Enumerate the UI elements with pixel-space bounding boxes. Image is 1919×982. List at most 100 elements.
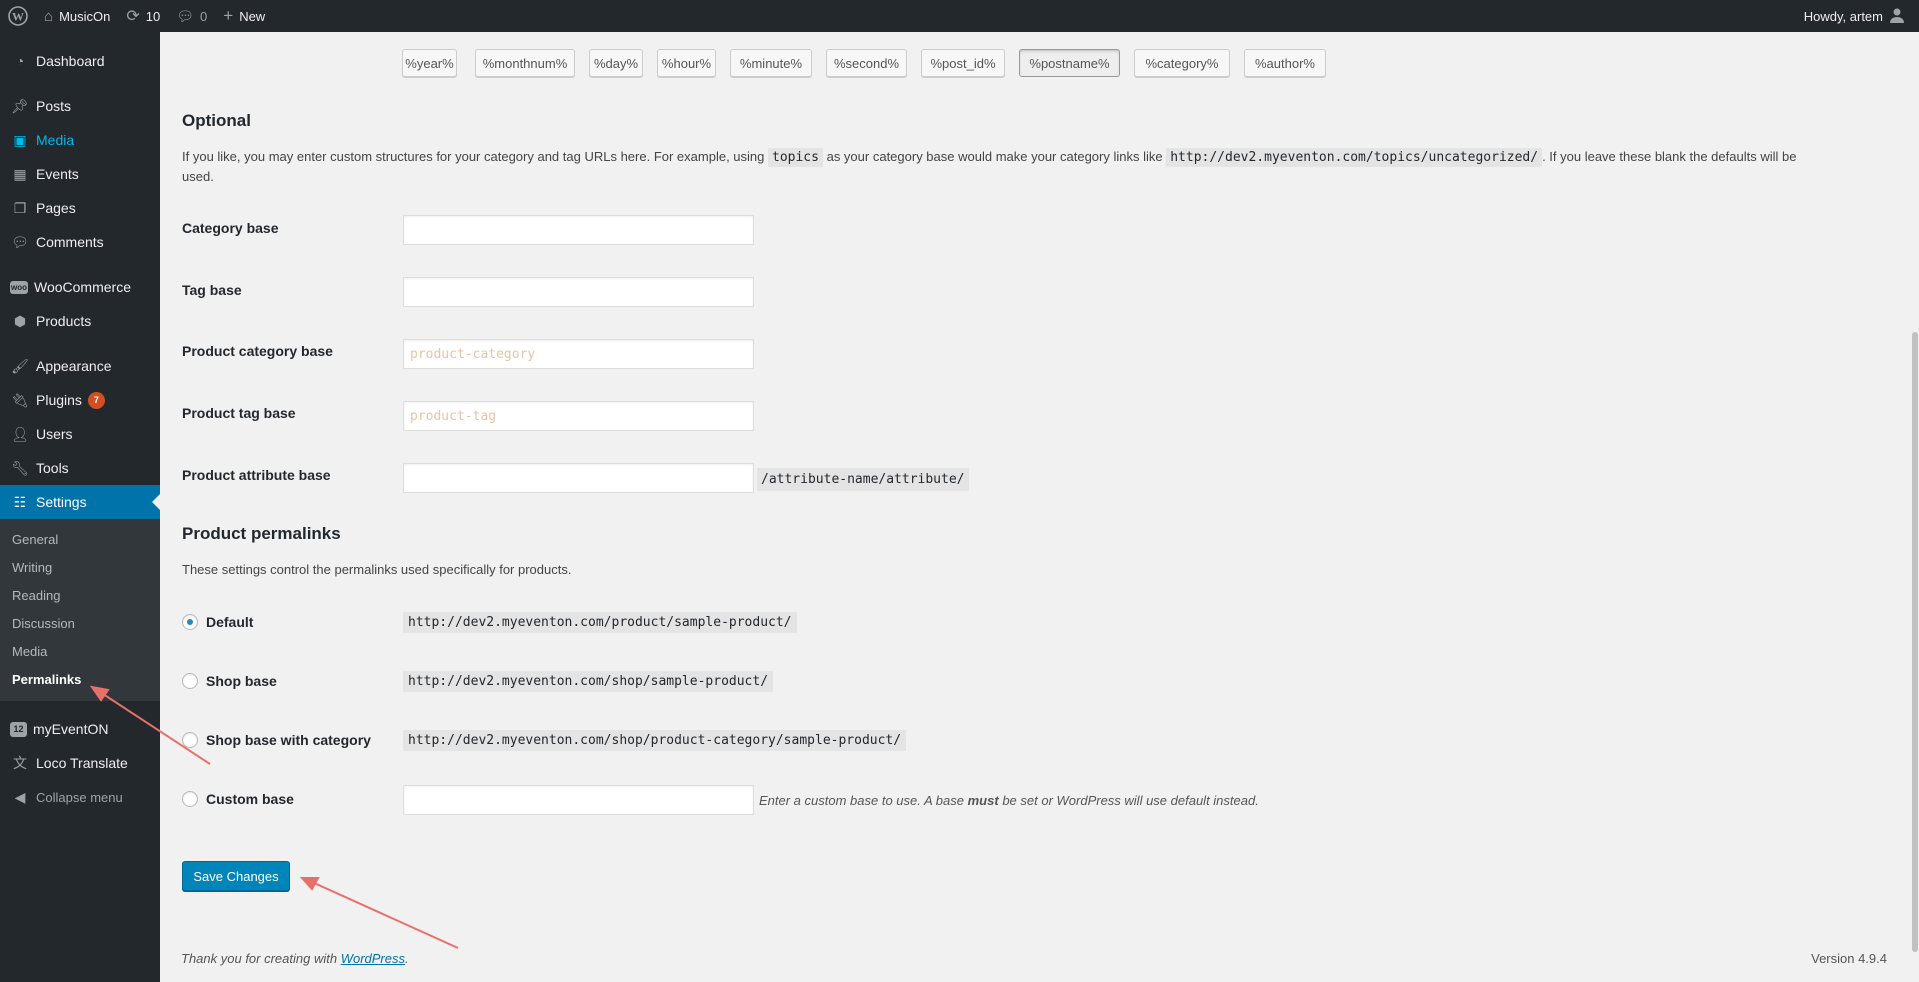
product-attribute-base-input[interactable] <box>403 463 754 493</box>
collapse-menu-button[interactable]: ◀ Collapse menu <box>0 780 160 814</box>
menu-events[interactable]: ▦ Events <box>0 157 160 191</box>
submenu-writing[interactable]: Writing <box>0 553 160 581</box>
category-base-label: Category base <box>182 220 279 236</box>
pages-icon: ❐ <box>13 199 27 216</box>
product-attribute-base-label: Product attribute base <box>182 467 331 483</box>
my-account-link[interactable]: Howdy, artem <box>1796 0 1919 32</box>
menu-comments[interactable]: 💬︎ Comments <box>0 225 160 259</box>
user-avatar-icon <box>1889 7 1905 26</box>
tag-monthnum-button[interactable]: %monthnum% <box>475 49 575 77</box>
plug-icon: 🔌︎ <box>11 391 29 408</box>
woocommerce-icon: woo <box>10 280 28 294</box>
new-content-link[interactable]: + New <box>215 0 273 32</box>
example-code-topics: topics <box>768 148 823 167</box>
custom-base-label[interactable]: Custom base <box>206 791 294 807</box>
default-radio[interactable] <box>182 614 198 630</box>
tag-year-button[interactable]: %year% <box>402 49 457 77</box>
optional-heading: Optional <box>182 111 251 130</box>
submenu-reading[interactable]: Reading <box>0 581 160 609</box>
tag-post-id-button[interactable]: %post_id% <box>921 49 1005 77</box>
plugins-update-badge: 7 <box>87 391 105 409</box>
wordpress-link[interactable]: WordPress <box>341 951 405 966</box>
myeventon-calendar-icon: 12 <box>10 721 27 737</box>
main-content: %year% %monthnum% %day% %hour% %minute% … <box>160 32 1911 982</box>
comment-icon: 💬︎ <box>11 233 29 250</box>
tag-minute-button[interactable]: %minute% <box>730 49 812 77</box>
tag-category-button[interactable]: %category% <box>1134 49 1230 77</box>
site-name-link[interactable]: ⌂ MusicOn <box>36 0 118 32</box>
custom-base-radio[interactable] <box>182 791 198 807</box>
tag-postname-button[interactable]: %postname% <box>1019 49 1120 77</box>
menu-users[interactable]: 👤︎ Users <box>0 417 160 451</box>
custom-base-hint: Enter a custom base to use. A base must … <box>759 793 1259 808</box>
refresh-icon: ⟳ <box>126 8 140 25</box>
collapse-arrow-icon: ◀ <box>14 788 26 805</box>
page-scrollbar[interactable] <box>1911 32 1919 982</box>
menu-woocommerce[interactable]: woo WooCommerce <box>0 270 160 304</box>
admin-bar: W ⌂ MusicOn ⟳ 10 💬︎ 0 + New Howdy, artem <box>0 0 1919 32</box>
optional-description: If you like, you may enter custom struct… <box>182 148 1797 184</box>
tag-base-label: Tag base <box>182 282 242 298</box>
default-label[interactable]: Default <box>206 614 253 630</box>
shop-base-radio[interactable] <box>182 673 198 689</box>
pushpin-icon: 📌︎ <box>11 97 29 114</box>
wrench-icon: 🔧︎ <box>11 459 29 476</box>
product-permalinks-description: These settings control the permalinks us… <box>182 562 572 577</box>
product-permalinks-heading: Product permalinks <box>182 524 341 543</box>
default-url: http://dev2.myeventon.com/product/sample… <box>403 612 797 633</box>
admin-sidebar: ◔ Dashboard 📌︎ Posts ▣ Media ▦ Events ❐ Pages… <box>0 32 160 982</box>
shop-base-category-url: http://dev2.myeventon.com/shop/product-c… <box>403 730 907 751</box>
footer-thanks: Thank you for creating with WordPress. <box>181 951 409 966</box>
menu-media[interactable]: ▣ Media <box>0 123 160 157</box>
shop-base-category-radio[interactable] <box>182 732 198 748</box>
paintbrush-icon: 🖌︎ <box>11 357 29 374</box>
user-icon: 👤︎ <box>11 425 29 442</box>
product-tag-base-label: Product tag base <box>182 405 296 421</box>
comment-bubble-icon: 💬︎ <box>176 7 195 24</box>
svg-text:W: W <box>12 10 24 24</box>
menu-loco-translate[interactable]: 文 Loco Translate <box>0 746 160 780</box>
submenu-media[interactable]: Media <box>0 637 160 665</box>
menu-appearance[interactable]: 🖌︎ Appearance <box>0 349 160 383</box>
product-category-base-label: Product category base <box>182 343 333 359</box>
save-changes-button[interactable]: Save Changes <box>182 861 290 891</box>
dashboard-gauge-icon: ◔ <box>15 53 25 69</box>
media-icon: ▣ <box>13 131 27 148</box>
box-icon: ⬢ <box>13 312 27 329</box>
home-icon: ⌂ <box>44 7 54 25</box>
shop-base-label[interactable]: Shop base <box>206 673 277 689</box>
comments-link[interactable]: 💬︎ 0 <box>168 0 215 32</box>
wordpress-logo-icon[interactable]: W <box>0 0 36 32</box>
submenu-general[interactable]: General <box>0 525 160 553</box>
settings-sliders-icon: ☷ <box>13 493 27 510</box>
settings-submenu: General Writing Reading Discussion Media… <box>0 519 160 701</box>
menu-dashboard[interactable]: ◔ Dashboard <box>0 44 160 78</box>
menu-settings[interactable]: ☷ Settings <box>0 485 160 519</box>
attribute-base-suffix: /attribute-name/attribute/ <box>757 468 969 491</box>
menu-pages[interactable]: ❐ Pages <box>0 191 160 225</box>
menu-products[interactable]: ⬢ Products <box>0 304 160 338</box>
calendar-icon: ▦ <box>13 165 27 182</box>
tag-author-button[interactable]: %author% <box>1244 49 1326 77</box>
shop-base-category-label[interactable]: Shop base with category <box>206 732 371 748</box>
scrollbar-thumb[interactable] <box>1912 332 1918 952</box>
product-category-base-input[interactable] <box>403 339 754 369</box>
category-base-input[interactable] <box>403 215 754 245</box>
menu-myeventon[interactable]: 12 myEventON <box>0 712 160 746</box>
submenu-permalinks[interactable]: Permalinks <box>0 665 160 693</box>
tag-second-button[interactable]: %second% <box>826 49 907 77</box>
menu-plugins[interactable]: 🔌︎ Plugins 7 <box>0 383 160 417</box>
translate-icon: 文 <box>13 755 27 771</box>
custom-base-input[interactable] <box>403 785 754 815</box>
tag-hour-button[interactable]: %hour% <box>657 49 716 77</box>
example-code-url: http://dev2.myeventon.com/topics/uncateg… <box>1166 148 1543 167</box>
shop-base-url: http://dev2.myeventon.com/shop/sample-pr… <box>403 671 774 692</box>
submenu-discussion[interactable]: Discussion <box>0 609 160 637</box>
tag-day-button[interactable]: %day% <box>589 49 643 77</box>
updates-link[interactable]: ⟳ 10 <box>118 0 168 32</box>
menu-posts[interactable]: 📌︎ Posts <box>0 89 160 123</box>
tag-base-input[interactable] <box>403 277 754 307</box>
product-tag-base-input[interactable] <box>403 401 754 431</box>
plus-icon: + <box>223 6 234 25</box>
menu-tools[interactable]: 🔧︎ Tools <box>0 451 160 485</box>
